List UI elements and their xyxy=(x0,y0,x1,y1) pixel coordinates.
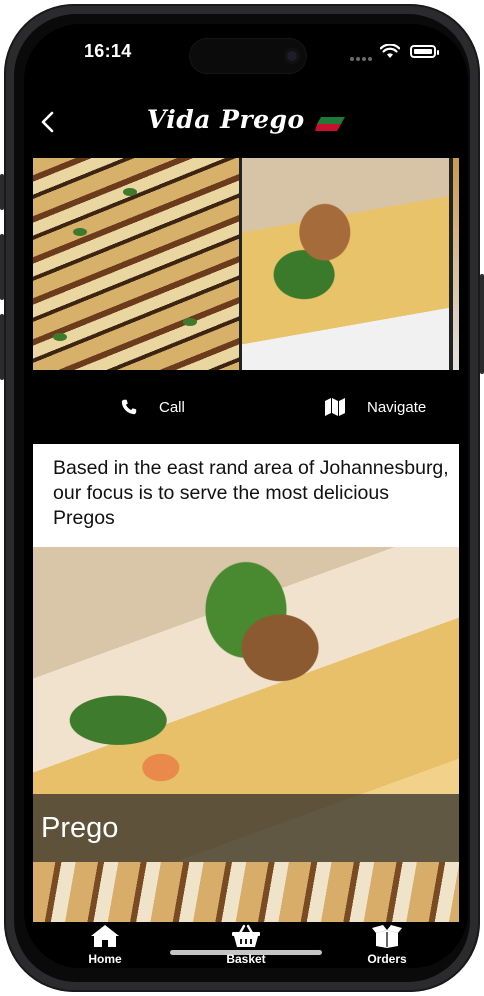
flag-icon xyxy=(315,116,346,131)
gallery-photo-toasted-prego[interactable] xyxy=(33,158,239,370)
tab-orders-label: Orders xyxy=(367,952,407,966)
mute-switch xyxy=(0,174,4,210)
tab-home-label: Home xyxy=(88,952,122,966)
box-icon xyxy=(372,925,402,948)
category-card-next[interactable] xyxy=(33,862,459,922)
tab-home[interactable]: Home xyxy=(60,924,150,966)
call-label: Call xyxy=(159,398,185,416)
category-title: Prego xyxy=(41,812,119,844)
volume-down-button xyxy=(0,314,4,380)
contact-actions: Call Navigate xyxy=(33,370,459,444)
app-header: Vida Prego xyxy=(24,88,468,158)
power-button xyxy=(480,274,484,374)
dynamic-island xyxy=(189,38,307,74)
tab-basket[interactable]: Basket xyxy=(201,924,291,966)
phone-frame: 16:14 Vida Prego Call Navigate Based in … xyxy=(0,4,484,992)
about-text: Based in the east rand area of Johannesb… xyxy=(53,457,449,529)
call-button[interactable]: Call xyxy=(121,394,185,420)
home-icon xyxy=(91,925,119,947)
volume-up-button xyxy=(0,234,4,300)
camera-icon xyxy=(284,48,300,64)
cellular-signal-icon xyxy=(350,48,374,66)
basket-icon xyxy=(232,924,260,947)
app-screen: 16:14 Vida Prego Call Navigate Based in … xyxy=(24,24,468,968)
tab-orders[interactable]: Orders xyxy=(342,924,432,966)
home-indicator[interactable] xyxy=(170,950,322,955)
about-section: Based in the east rand area of Johannesb… xyxy=(33,444,459,547)
gallery-photo-next[interactable] xyxy=(453,158,459,370)
category-card-prego[interactable]: Prego xyxy=(33,547,459,862)
battery-icon xyxy=(410,45,439,58)
wifi-icon xyxy=(380,44,400,58)
tab-bar: Home Basket Orders xyxy=(24,922,468,968)
brand-name: Vida Prego xyxy=(146,105,305,134)
brand-logo: Vida Prego xyxy=(24,105,468,134)
map-icon xyxy=(325,398,345,416)
status-time: 16:14 xyxy=(84,41,132,61)
navigate-label: Navigate xyxy=(367,398,427,416)
gallery-photo-prego-roll[interactable] xyxy=(242,158,449,370)
category-label-bar: Prego xyxy=(33,794,459,862)
status-bar: 16:14 xyxy=(24,24,468,88)
navigate-button[interactable]: Navigate xyxy=(325,394,426,420)
phone-icon xyxy=(121,399,137,415)
photo-gallery[interactable] xyxy=(33,158,459,370)
